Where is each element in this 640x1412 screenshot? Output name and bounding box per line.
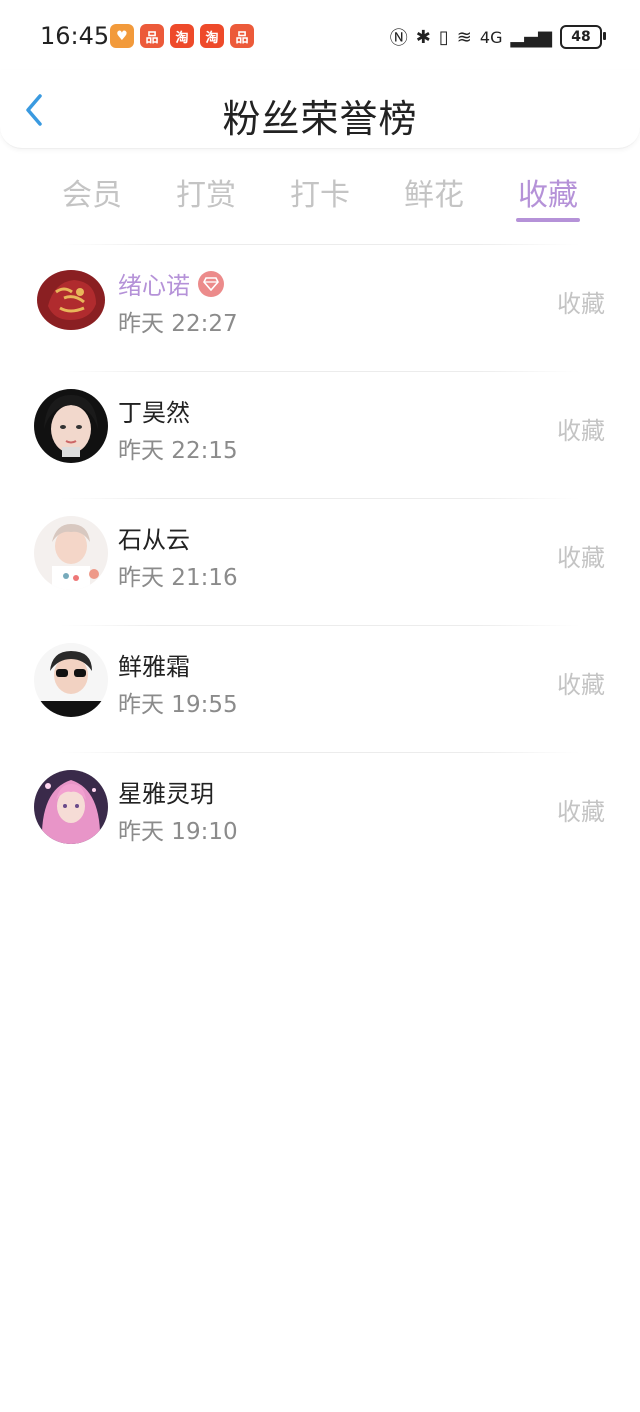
page-title: 粉丝荣誉榜 (222, 97, 418, 141)
taobao-app-icon-2: 淘 (200, 24, 224, 48)
action-label: 收藏 (557, 290, 605, 318)
signal-icon: ▂▄▆ (510, 26, 552, 48)
diamond-icon (198, 270, 224, 297)
tab-flowers[interactable]: 鲜花 (394, 170, 474, 214)
fu-avatar-image (34, 262, 108, 336)
list-item[interactable]: 鲜雅霜 昨天 19:55 收藏 (0, 625, 640, 752)
user-avatar-image (34, 643, 108, 717)
divider (60, 244, 580, 245)
divider (60, 625, 580, 626)
avatar[interactable] (34, 389, 108, 463)
fan-time: 昨天 22:15 (118, 438, 238, 464)
header: 粉丝荣誉榜 (0, 70, 640, 149)
tab-reward[interactable]: 打赏 (166, 170, 246, 214)
vibrate-icon: ▯ (438, 26, 449, 48)
list-item[interactable]: 丁昊然 昨天 22:15 收藏 (0, 371, 640, 498)
fan-time: 昨天 19:10 (118, 819, 238, 845)
shop-app-icon-2: 品 (230, 24, 254, 48)
fan-name: 鲜雅霜 (118, 653, 190, 681)
fan-name: 丁昊然 (118, 399, 190, 427)
battery-icon: 48 (560, 25, 606, 49)
active-tab-indicator (516, 218, 580, 222)
tab-favorites[interactable]: 收藏 (508, 170, 588, 214)
battery-level: 48 (571, 29, 591, 45)
user-avatar-image (34, 770, 108, 844)
network-type: 4G (479, 27, 503, 47)
wifi-icon: ≋ (456, 26, 472, 48)
status-bar: 16:45 ♥ 品 淘 淘 品 Ⓝ ✱ ▯ ≋ 4G ▂▄▆ 48 (0, 0, 640, 70)
fan-name: 星雅灵玥 (118, 780, 214, 808)
list-item[interactable]: 石从云 昨天 21:16 收藏 (0, 498, 640, 625)
avatar[interactable] (34, 516, 108, 590)
action-label: 收藏 (557, 417, 605, 445)
fan-name: 石从云 (118, 526, 190, 554)
user-avatar-image (34, 389, 108, 463)
taobao-app-icon: 淘 (170, 24, 194, 48)
fan-name-text: 绪心诺 (118, 272, 190, 300)
tab-member[interactable]: 会员 (52, 170, 132, 214)
fan-list: 绪心诺 昨天 22:27 收藏 丁昊然 昨天 22:15 收藏 石从云 昨天 2… (0, 244, 640, 879)
avatar[interactable] (34, 643, 108, 717)
tab-bar: 会员 打赏 打卡 鲜花 收藏 (0, 158, 640, 228)
list-item[interactable]: 绪心诺 昨天 22:27 收藏 (0, 244, 640, 371)
bluetooth-icon: ✱ (415, 26, 431, 48)
divider (60, 371, 580, 372)
action-label: 收藏 (557, 544, 605, 572)
divider (60, 498, 580, 499)
action-label: 收藏 (557, 798, 605, 826)
tab-checkin[interactable]: 打卡 (280, 170, 360, 214)
user-avatar-image (34, 516, 108, 590)
list-item[interactable]: 星雅灵玥 昨天 19:10 收藏 (0, 752, 640, 879)
fan-time: 昨天 19:55 (118, 692, 238, 718)
nfc-icon: Ⓝ (389, 28, 408, 49)
fan-time: 昨天 22:27 (118, 311, 238, 337)
avatar[interactable] (34, 262, 108, 336)
status-app-icons: ♥ 品 淘 淘 品 (110, 24, 254, 48)
divider (60, 752, 580, 753)
status-indicators: Ⓝ ✱ ▯ ≋ 4G ▂▄▆ 48 (389, 24, 606, 50)
status-time: 16:45 (40, 22, 110, 50)
heart-app-icon: ♥ (110, 24, 134, 48)
action-label: 收藏 (557, 671, 605, 699)
fan-name: 绪心诺 (118, 266, 224, 301)
avatar[interactable] (34, 770, 108, 844)
shop-app-icon: 品 (140, 24, 164, 48)
fan-time: 昨天 21:16 (118, 565, 238, 591)
